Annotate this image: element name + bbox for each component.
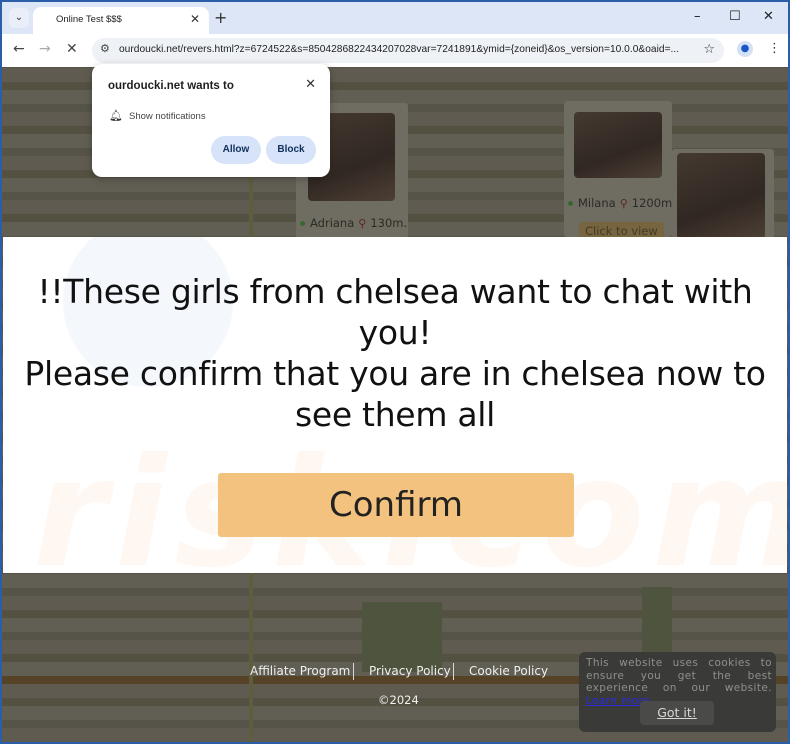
chevron-down-icon: ⌄ bbox=[14, 12, 24, 23]
tab-close-icon[interactable]: ✕ bbox=[190, 12, 200, 26]
cookie-policy-link[interactable]: Cookie Policy bbox=[469, 664, 548, 678]
block-button[interactable]: Block bbox=[266, 136, 316, 164]
footer-separator bbox=[353, 663, 354, 680]
privacy-policy-link[interactable]: Privacy Policy bbox=[369, 664, 451, 678]
confirm-button[interactable]: Confirm bbox=[218, 473, 574, 537]
site-info-icon[interactable]: ⚙ bbox=[100, 42, 110, 55]
footer-separator bbox=[453, 663, 454, 680]
tab-title: Online Test $$$ bbox=[56, 14, 122, 25]
bookmark-star-icon[interactable]: ☆ bbox=[703, 42, 715, 57]
maximize-button[interactable]: ☐ bbox=[729, 9, 741, 24]
cookie-banner: This website uses cookies to ensure you … bbox=[579, 652, 776, 732]
bell-icon: 🔔︎ bbox=[109, 109, 123, 122]
tab-strip: ⌄ Online Test $$$ ✕ + – ☐ ✕ bbox=[2, 2, 788, 34]
close-icon[interactable]: ✕ bbox=[305, 77, 316, 92]
back-arrow-icon[interactable]: ← bbox=[13, 41, 25, 57]
forward-arrow-icon[interactable]: → bbox=[39, 41, 51, 57]
profile-avatar-icon[interactable]: ● bbox=[737, 41, 753, 57]
browser-toolbar: ← → ✕ ⚙ ourdoucki.net/revers.html?z=6724… bbox=[2, 34, 788, 67]
got-it-button[interactable]: Got it! bbox=[640, 701, 714, 725]
close-window-button[interactable]: ✕ bbox=[763, 9, 774, 24]
permission-description: Show notifications bbox=[129, 111, 206, 122]
active-tab[interactable]: Online Test $$$ ✕ bbox=[33, 7, 209, 34]
allow-button[interactable]: Allow bbox=[211, 136, 261, 164]
copyright: ©2024 bbox=[378, 693, 419, 707]
new-tab-button[interactable]: + bbox=[214, 8, 227, 27]
minimize-button[interactable]: – bbox=[694, 9, 701, 24]
url-text[interactable]: ourdoucki.net/revers.html?z=6724522&s=85… bbox=[119, 44, 679, 55]
modal-message: !!These girls from chelsea want to chat … bbox=[23, 271, 767, 435]
cookie-text: This website uses cookies to ensure you … bbox=[586, 657, 772, 707]
modal-headline: !!These girls from chelsea want to chat … bbox=[37, 272, 753, 352]
modal-subline: Please confirm that you are in chelsea n… bbox=[24, 354, 766, 434]
affiliate-program-link[interactable]: Affiliate Program bbox=[250, 664, 350, 678]
address-bar[interactable]: ⚙ ourdoucki.net/revers.html?z=6724522&s=… bbox=[92, 38, 724, 63]
tab-search-button[interactable]: ⌄ bbox=[9, 8, 29, 28]
kebab-menu-icon[interactable]: ⋮ bbox=[768, 41, 781, 56]
notification-permission-prompt: ourdoucki.net wants to ✕ 🔔︎ Show notific… bbox=[92, 64, 330, 177]
stop-loading-icon[interactable]: ✕ bbox=[66, 41, 78, 57]
location-confirm-modal: risk.com !!These girls from chelsea want… bbox=[3, 237, 787, 573]
permission-title: ourdoucki.net wants to bbox=[108, 80, 234, 92]
browser-window: ⌄ Online Test $$$ ✕ + – ☐ ✕ ← → ✕ ⚙ ourd… bbox=[2, 2, 788, 742]
